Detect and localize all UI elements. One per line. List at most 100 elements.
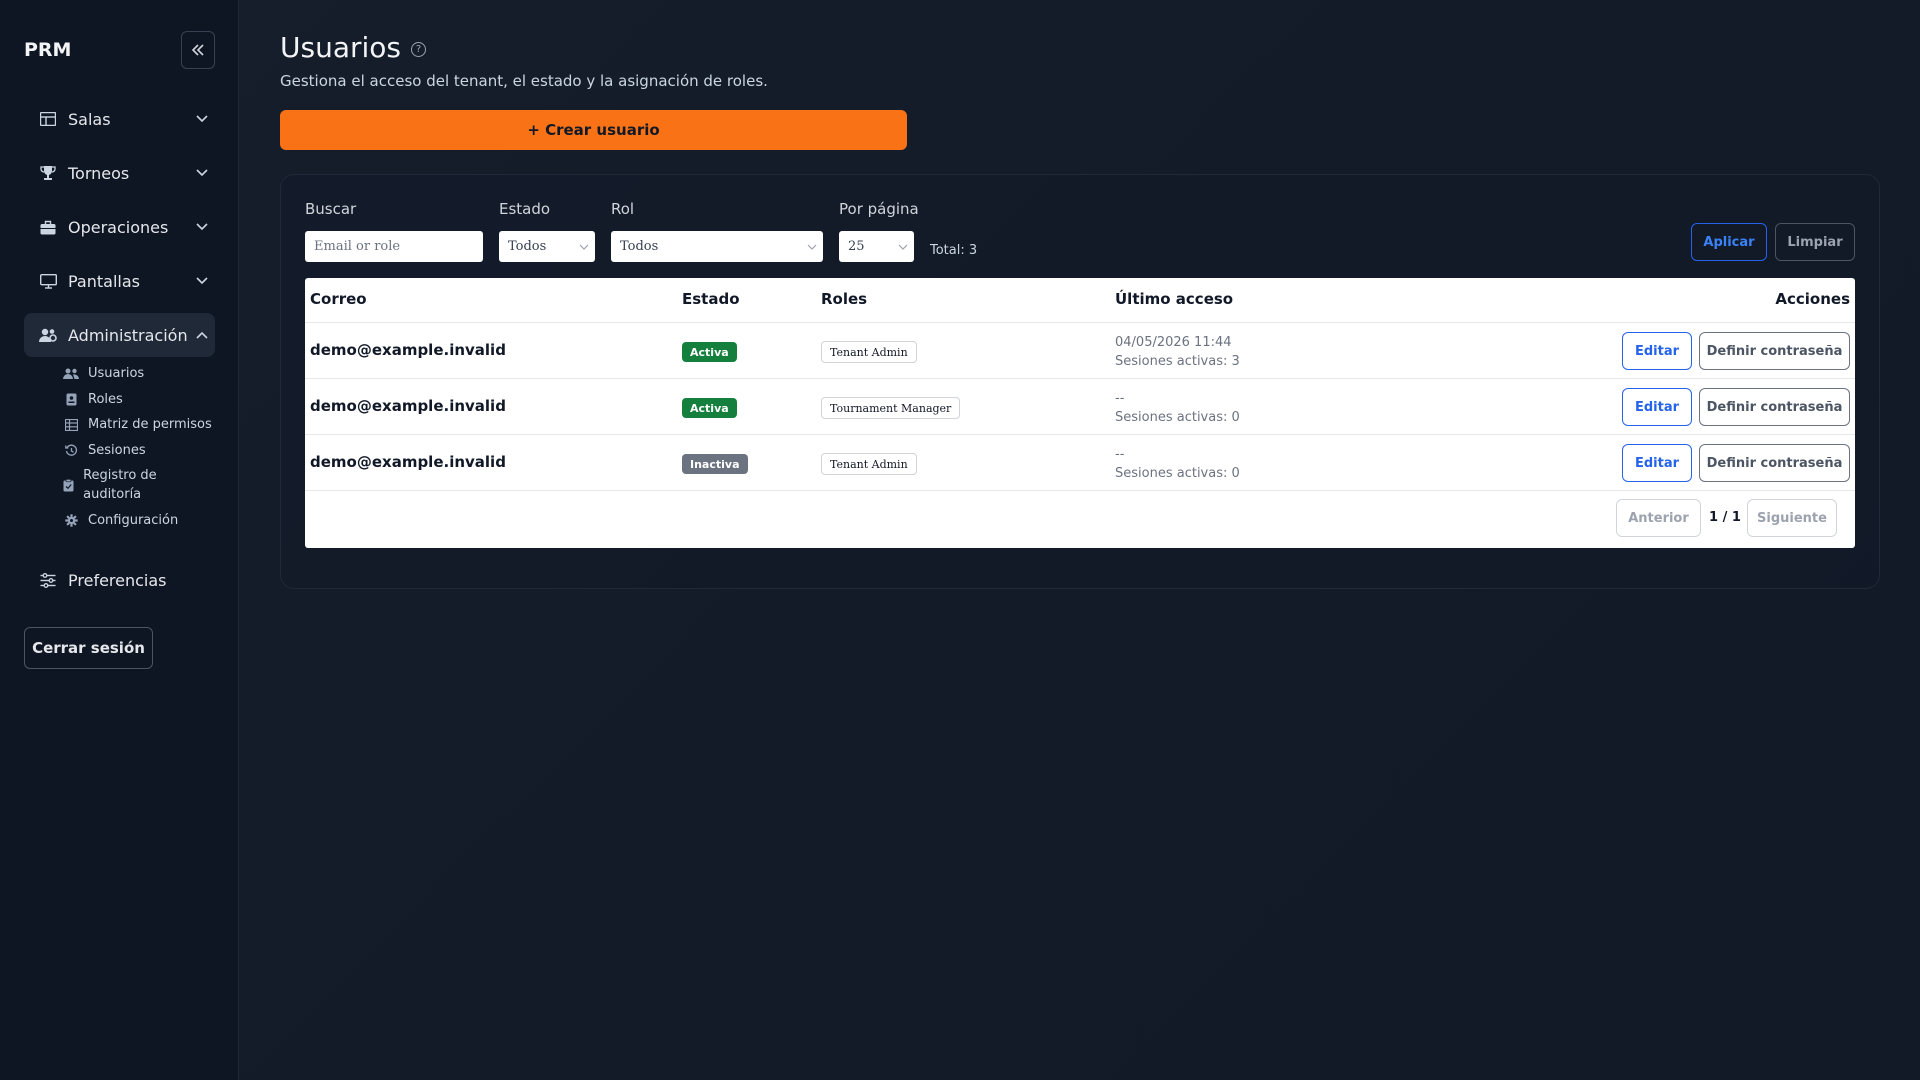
sidebar-item-label: Configuración: [88, 513, 179, 528]
nav-label: Preferencias: [68, 570, 167, 590]
set-password-button[interactable]: Definir contraseña: [1699, 444, 1850, 482]
sidebar-item-roles[interactable]: Roles: [62, 390, 222, 409]
sidebar: PRM Salas Torneos Operaciones Pantallas …: [0, 0, 239, 1080]
last-access: -- Sesiones activas: 0: [1115, 445, 1240, 483]
page-title: Usuarios ?: [280, 31, 426, 64]
set-password-button[interactable]: Definir contraseña: [1699, 332, 1850, 370]
id-badge-icon: [62, 390, 80, 409]
status-badge: Inactiva: [682, 454, 748, 474]
page-title-text: Usuarios: [280, 31, 401, 64]
status-badge: Activa: [682, 342, 737, 362]
edit-button[interactable]: Editar: [1622, 444, 1692, 482]
status-select[interactable]: Todos: [499, 231, 595, 262]
edit-button[interactable]: Editar: [1622, 332, 1692, 370]
apply-button[interactable]: Aplicar: [1691, 223, 1767, 261]
sidebar-item-label: Sesiones: [88, 443, 146, 458]
role-chip: Tenant Admin: [821, 341, 917, 363]
last-access-date: --: [1115, 447, 1125, 462]
column-header-email: Correo: [310, 290, 367, 308]
user-email: demo@example.invalid: [310, 453, 506, 471]
chevron-down-icon: [189, 223, 215, 231]
chevron-up-icon: [189, 331, 215, 339]
table-row: demo@example.invalid Inactiva Tenant Adm…: [305, 434, 1855, 490]
clear-button[interactable]: Limpiar: [1775, 223, 1855, 261]
last-access: -- Sesiones activas: 0: [1115, 389, 1240, 427]
chevron-down-icon: [189, 169, 215, 177]
sidebar-item-label: Usuarios: [88, 366, 145, 381]
clipboard-check-icon: [62, 476, 75, 495]
table-row: demo@example.invalid Activa Tournament M…: [305, 378, 1855, 434]
sidebar-item-label: Registro de auditoría: [83, 468, 157, 502]
nav-item-operaciones[interactable]: Operaciones: [24, 205, 215, 249]
nav-item-pantallas[interactable]: Pantallas: [24, 259, 215, 303]
logout-button[interactable]: Cerrar sesión: [24, 627, 153, 669]
collapse-sidebar-button[interactable]: [181, 31, 215, 69]
status-label: Estado: [499, 200, 551, 218]
column-header-last-access: Último acceso: [1115, 290, 1234, 308]
page-subtitle: Gestiona el acceso del tenant, el estado…: [280, 72, 768, 90]
role-chip: Tournament Manager: [821, 397, 961, 419]
nav-item-preferencias[interactable]: Preferencias: [24, 558, 215, 602]
nav-label: Torneos: [68, 163, 130, 183]
last-access-date: 04/05/2026 11:44: [1115, 335, 1232, 350]
status-select-value: Todos: [508, 239, 547, 254]
nav-item-salas[interactable]: Salas: [24, 97, 215, 141]
active-sessions: Sesiones activas: 0: [1115, 410, 1240, 425]
history-icon: [62, 441, 80, 460]
per-page-label: Por página: [839, 200, 919, 218]
nav-item-torneos[interactable]: Torneos: [24, 151, 215, 195]
search-field[interactable]: [305, 231, 483, 262]
pagination: Anterior 1 / 1 Siguiente: [305, 490, 1855, 548]
nav-label: Administración: [68, 325, 188, 345]
sidebar-item-registro-auditoria[interactable]: Registro de auditoría: [62, 466, 182, 504]
last-access-date: --: [1115, 391, 1125, 406]
search-input[interactable]: [314, 239, 483, 254]
role-label: Rol: [611, 200, 635, 218]
status-badge: Activa: [682, 398, 737, 418]
column-header-roles: Roles: [821, 290, 868, 308]
column-header-actions: Acciones: [1775, 290, 1850, 308]
per-page-select[interactable]: 25: [839, 231, 914, 262]
last-access: 04/05/2026 11:44 Sesiones activas: 3: [1115, 333, 1240, 371]
users-table: Correo Estado Roles Último acceso Accion…: [305, 278, 1855, 548]
column-header-status: Estado: [682, 290, 740, 308]
user-email: demo@example.invalid: [310, 397, 506, 415]
chevron-down-icon: [892, 244, 914, 250]
trophy-icon: [38, 165, 58, 181]
sidebar-item-label: Matriz de permisos: [88, 417, 212, 432]
help-icon[interactable]: ?: [411, 42, 426, 57]
users-icon: [62, 364, 80, 383]
sidebar-item-configuracion[interactable]: Configuración: [62, 511, 222, 530]
grid-icon: [62, 415, 80, 434]
active-sessions: Sesiones activas: 0: [1115, 466, 1240, 481]
previous-page-button[interactable]: Anterior: [1616, 499, 1701, 537]
role-select[interactable]: Todos: [611, 231, 823, 262]
double-chevron-left-icon: [191, 44, 204, 56]
total-count: Total: 3: [930, 243, 978, 258]
chevron-down-icon: [573, 244, 595, 250]
per-page-select-value: 25: [848, 239, 865, 254]
sidebar-item-usuarios[interactable]: Usuarios: [62, 364, 222, 383]
edit-button[interactable]: Editar: [1622, 388, 1692, 426]
role-chip: Tenant Admin: [821, 453, 917, 475]
search-label: Buscar: [305, 200, 357, 218]
set-password-button[interactable]: Definir contraseña: [1699, 388, 1850, 426]
create-user-button[interactable]: + Crear usuario: [280, 110, 907, 150]
table-row: demo@example.invalid Activa Tenant Admin…: [305, 322, 1855, 378]
chevron-down-icon: [189, 115, 215, 123]
users-cog-icon: [38, 328, 58, 343]
gear-icon: [62, 511, 80, 530]
monitor-icon: [38, 273, 58, 289]
table-icon: [38, 112, 58, 126]
page-indicator: 1 / 1: [1709, 510, 1741, 525]
briefcase-icon: [38, 220, 58, 235]
nav-item-administracion[interactable]: Administración: [24, 313, 215, 357]
sidebar-item-matriz-permisos[interactable]: Matriz de permisos: [62, 415, 222, 434]
sidebar-item-sesiones[interactable]: Sesiones: [62, 441, 222, 460]
next-page-button[interactable]: Siguiente: [1747, 499, 1837, 537]
nav-label: Pantallas: [68, 271, 140, 291]
chevron-down-icon: [801, 244, 823, 250]
role-select-value: Todos: [620, 239, 659, 254]
active-sessions: Sesiones activas: 3: [1115, 354, 1240, 369]
brand-logo: PRM: [24, 39, 72, 61]
